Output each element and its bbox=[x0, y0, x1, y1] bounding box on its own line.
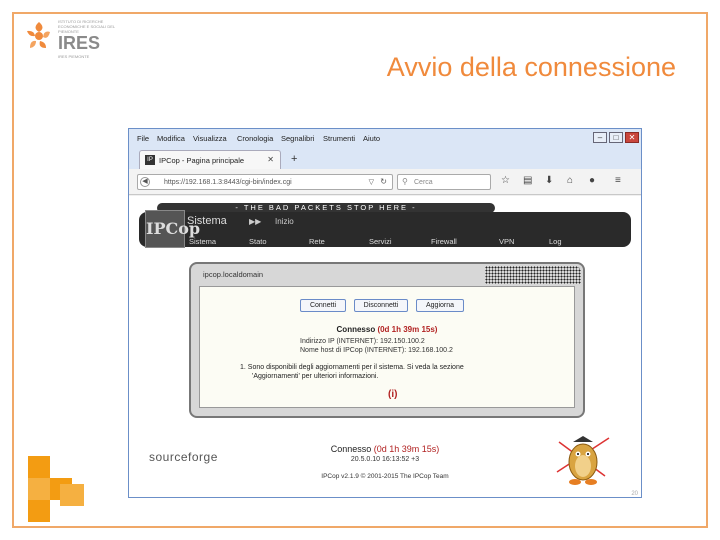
ipcop-nav: IPCop Sistema ▶▶ Inizio Sistema Stato Re… bbox=[139, 210, 631, 248]
nav-vpn[interactable]: VPN bbox=[499, 237, 514, 246]
ipcop-favicon-icon: IP bbox=[145, 155, 155, 165]
url-text: https://192.168.1.3:8443/cgi-bin/index.c… bbox=[164, 179, 292, 186]
nav-servizi[interactable]: Servizi bbox=[369, 237, 392, 246]
nav-rete[interactable]: Rete bbox=[309, 237, 325, 246]
info-line-ip: Indirizzo IP (INTERNET): 192.150.100.2 bbox=[300, 338, 425, 345]
ires-swirl-icon bbox=[27, 22, 50, 48]
url-bar[interactable]: ◀ https://192.168.1.3:8443/cgi-bin/index… bbox=[137, 174, 393, 190]
notice-line-1: 1. Sono disponibili degli aggiornamenti … bbox=[240, 364, 464, 371]
ires-small-text: ISTITUTO DI RICERCHE ECONOMICHE E SOCIAL… bbox=[58, 19, 115, 34]
breadcrumb-arrow-icon: ▶▶ bbox=[249, 217, 262, 226]
menu-cronologia[interactable]: Cronologia bbox=[237, 134, 273, 143]
menu-modifica[interactable]: Modifica bbox=[157, 134, 185, 143]
ires-logo: ISTITUTO DI RICERCHE ECONOMICHE E SOCIAL… bbox=[24, 16, 124, 64]
connection-info: Indirizzo IP (INTERNET): 192.150.100.2 N… bbox=[300, 337, 453, 355]
tab-title: IPCop - Pagina principale bbox=[159, 156, 245, 165]
clipboard-icon[interactable]: ▤ bbox=[523, 175, 532, 186]
chat-icon[interactable]: ● bbox=[589, 175, 595, 186]
maximize-button[interactable]: □ bbox=[609, 132, 623, 143]
section-title: Sistema bbox=[187, 215, 227, 227]
home-icon[interactable]: ⌂ bbox=[567, 175, 573, 186]
ipcop-mascot-icon bbox=[556, 436, 610, 485]
tab-bar: IP IPCop - Pagina principale ✕ + bbox=[129, 147, 641, 169]
slide-title: Avvio della connessione bbox=[386, 52, 676, 82]
footer-status-duration: (0d 1h 39m 15s) bbox=[373, 444, 440, 454]
nav-stato[interactable]: Stato bbox=[249, 237, 267, 246]
nav-log[interactable]: Log bbox=[549, 237, 562, 246]
navigation-bar: ◀ https://192.168.1.3:8443/cgi-bin/index… bbox=[129, 169, 641, 195]
reload-icon[interactable]: ↻ bbox=[380, 177, 387, 186]
info-line-host: Nome host di IPCop (INTERNET): 192.168.1… bbox=[300, 347, 453, 354]
url-dropdown-icon[interactable]: ▽ bbox=[369, 178, 374, 186]
download-icon[interactable]: ⬇ bbox=[545, 175, 553, 186]
search-box[interactable]: ⚲ Cerca bbox=[397, 174, 491, 190]
menu-aiuto[interactable]: Aiuto bbox=[363, 134, 380, 143]
back-icon[interactable]: ◀ bbox=[140, 177, 150, 187]
search-icon: ⚲ bbox=[402, 177, 408, 186]
tab-close-icon[interactable]: ✕ bbox=[267, 155, 274, 164]
panel-title: ipcop.localdomain bbox=[203, 270, 264, 279]
info-icon[interactable]: (i) bbox=[388, 389, 397, 400]
corner-decoration bbox=[28, 456, 84, 522]
menu-bar: File Modifica Visualizza Cronologia Segn… bbox=[129, 129, 641, 147]
star-icon[interactable]: ☆ bbox=[501, 175, 510, 186]
browser-window: File Modifica Visualizza Cronologia Segn… bbox=[128, 128, 642, 498]
status-duration: (0d 1h 39m 15s) bbox=[377, 325, 438, 334]
panel-content: Connetti Disconnetti Aggiorna Connesso (… bbox=[199, 286, 575, 408]
new-tab-button[interactable]: + bbox=[291, 153, 297, 165]
menu-visualizza[interactable]: Visualizza bbox=[193, 134, 227, 143]
nav-firewall[interactable]: Firewall bbox=[431, 237, 457, 246]
menu-icon[interactable]: ≡ bbox=[615, 175, 621, 186]
ires-name: IRES bbox=[58, 33, 101, 53]
update-notice: 1. Sono disponibili degli aggiornamenti … bbox=[240, 363, 570, 381]
footer-status-label: Connesso bbox=[330, 444, 372, 454]
breadcrumb-home[interactable]: Inizio bbox=[275, 217, 294, 226]
tab-ipcop[interactable]: IP IPCop - Pagina principale ✕ bbox=[139, 150, 281, 169]
menu-strumenti[interactable]: Strumenti bbox=[323, 134, 355, 143]
connection-panel: ipcop.localdomain Connetti Disconnetti A… bbox=[189, 262, 585, 418]
ires-sub: IRES PIEMONTE bbox=[58, 54, 90, 59]
menu-segnalibri[interactable]: Segnalibri bbox=[281, 134, 314, 143]
panel-dot-pattern bbox=[485, 266, 581, 284]
search-placeholder: Cerca bbox=[414, 179, 433, 186]
minimize-button[interactable]: – bbox=[593, 132, 607, 143]
status-label: Connesso bbox=[336, 325, 376, 334]
ipcop-page: - THE BAD PACKETS STOP HERE - IPCop Sist… bbox=[129, 196, 641, 497]
connect-button[interactable]: Connetti bbox=[300, 299, 346, 312]
refresh-button[interactable]: Aggiorna bbox=[416, 299, 464, 312]
menu-file[interactable]: File bbox=[137, 134, 149, 143]
nav-sistema[interactable]: Sistema bbox=[189, 237, 216, 246]
notice-line-2: 'Aggiornamenti' per ulteriori informazio… bbox=[252, 373, 379, 380]
close-window-button[interactable]: ✕ bbox=[625, 132, 639, 143]
disconnect-button[interactable]: Disconnetti bbox=[354, 299, 408, 312]
page-number: 20 bbox=[631, 491, 638, 497]
ipcop-logo: IPCop bbox=[145, 210, 200, 248]
connection-status: Connesso (0d 1h 39m 15s) bbox=[200, 325, 574, 334]
